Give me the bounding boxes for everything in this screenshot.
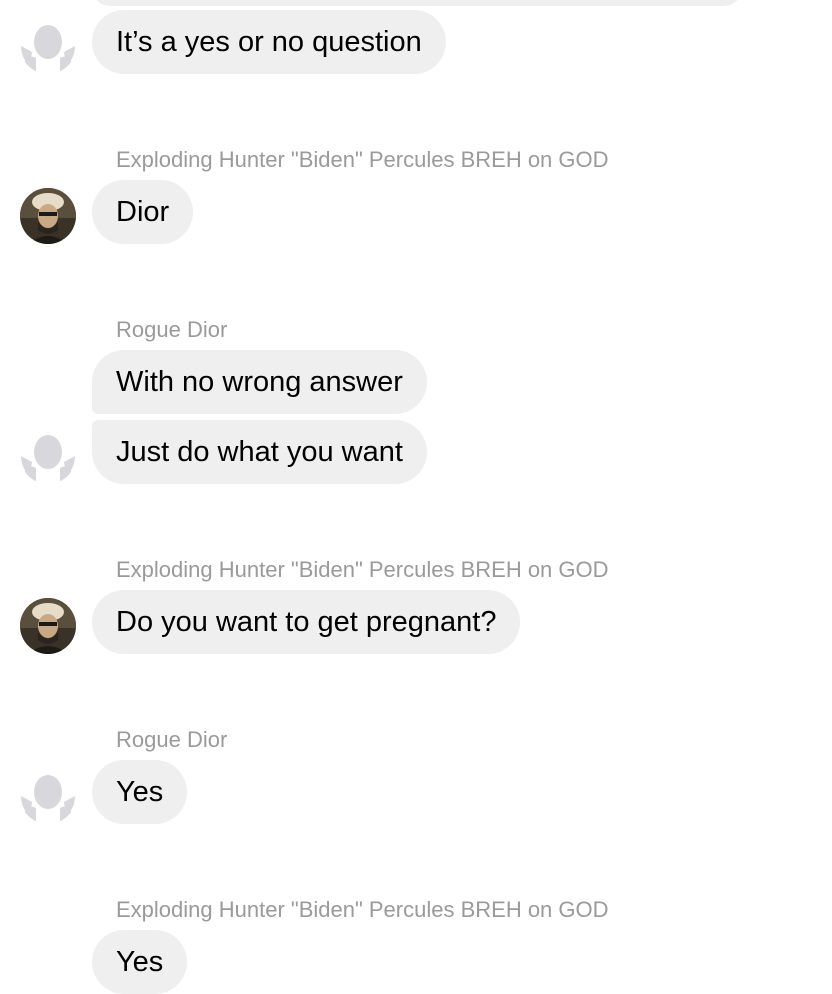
- photo-avatar[interactable]: [20, 188, 76, 244]
- sender-name: Exploding Hunter "Biden" Percules BREH o…: [116, 557, 609, 582]
- message-bubble[interactable]: Do you want to get pregnant?: [92, 590, 521, 654]
- placeholder-avatar-icon[interactable]: [20, 768, 76, 824]
- message-bubble[interactable]: Dior: [92, 180, 194, 244]
- placeholder-avatar-icon[interactable]: [20, 18, 76, 74]
- message-bubble[interactable]: Yes: [92, 760, 188, 824]
- sender-name: Exploding Hunter "Biden" Percules BREH o…: [116, 897, 609, 922]
- message-bubble[interactable]: It’s a yes or no question: [92, 10, 446, 74]
- message-bubble[interactable]: Yes: [92, 930, 188, 994]
- message-bubble[interactable]: Just do what you want: [92, 420, 427, 484]
- previous-message-bubble[interactable]: [92, 0, 742, 6]
- sender-name: Rogue Dior: [116, 317, 228, 342]
- placeholder-avatar-icon[interactable]: [20, 428, 76, 484]
- sender-name: Exploding Hunter "Biden" Percules BREH o…: [116, 147, 609, 172]
- sender-name: Rogue Dior: [116, 727, 228, 752]
- message-bubble[interactable]: With no wrong answer: [92, 350, 427, 414]
- photo-avatar[interactable]: [20, 598, 76, 654]
